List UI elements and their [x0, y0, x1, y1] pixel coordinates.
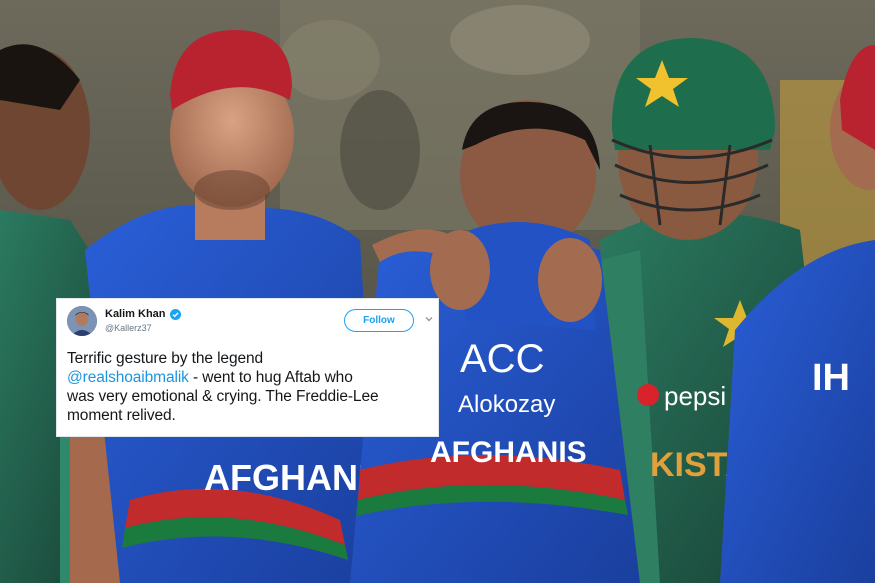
follow-button[interactable]: Follow [344, 309, 414, 332]
pepsi-logo-icon [637, 384, 659, 406]
tweet-text-line: moment relived. [67, 407, 176, 424]
tweet-card: Kalim Khan @Kallerz37 Follow Terrific ge… [56, 298, 439, 437]
jersey-text-right: IH [812, 357, 850, 399]
verified-badge-icon [169, 308, 181, 320]
name-row: Kalim Khan [105, 308, 181, 320]
tweet-text-line: Terrific gesture by the legend [67, 350, 264, 367]
tweet-text-line: @realshoaibmalik - went to hug Aftab who [67, 368, 435, 387]
tweet-text: Terrific gesture by the legend @realshoa… [67, 349, 435, 425]
user-handle[interactable]: @Kallerz37 [105, 323, 152, 333]
jersey-sponsor-pak: pepsi [664, 381, 726, 411]
jersey-sponsor-sub: Alokozay [458, 391, 555, 418]
display-name[interactable]: Kalim Khan [105, 308, 166, 320]
jersey-text-center: AFGHANIS [430, 436, 587, 469]
jersey-sponsor-center: ACC [460, 337, 544, 381]
tweet-text-line: was very emotional & crying. The Freddie… [67, 388, 379, 405]
avatar[interactable] [67, 306, 97, 336]
jersey-text-left: AFGHANI [204, 457, 368, 498]
tweet-header: Kalim Khan @Kallerz37 Follow [57, 299, 438, 341]
tweet-text-fragment: - went to hug Aftab who [188, 369, 353, 386]
cricket-photo: AFGHANI pepsi KISTA ACC Alokozay AFGHANI… [0, 0, 875, 583]
chevron-down-icon[interactable] [424, 314, 434, 324]
mention-link[interactable]: @realshoaibmalik [67, 369, 189, 386]
photo-scene: AFGHANI pepsi KISTA ACC Alokozay AFGHANI… [0, 0, 875, 583]
